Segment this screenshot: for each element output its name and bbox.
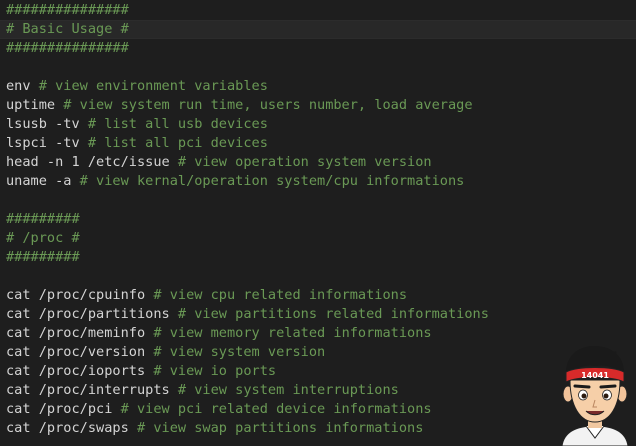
code-text: cat /proc/cpuinfo — [6, 287, 154, 303]
code-line[interactable]: ############### — [0, 39, 636, 58]
code-text: cat /proc/partitions — [6, 306, 178, 322]
code-line[interactable]: lsusb -tv # list all usb devices — [0, 115, 636, 134]
code-line[interactable]: ######### — [0, 248, 636, 267]
code-line[interactable]: lspci -tv # list all pci devices — [0, 134, 636, 153]
code-line[interactable]: uptime # view system run time, users num… — [0, 96, 636, 115]
code-line[interactable]: cat /proc/swaps # view swap partitions i… — [0, 419, 636, 438]
code-lines: ############### # Basic Usage # ##########… — [0, 1, 636, 438]
code-comment: # view partitions related informations — [177, 306, 489, 322]
code-text: lspci -tv — [6, 135, 88, 151]
code-comment: # view cpu related informations — [153, 287, 408, 303]
code-comment: # list all usb devices — [87, 116, 268, 132]
code-text: uname -a — [6, 173, 80, 189]
code-comment: # view system interruptions — [177, 382, 399, 398]
code-comment: # view pci related device informations — [120, 401, 432, 417]
code-line[interactable]: head -n 1 /etc/issue # view operation sy… — [0, 153, 636, 172]
code-comment: # Basic Usage # — [6, 21, 129, 37]
code-line[interactable]: cat /proc/ioports # view io ports — [0, 362, 636, 381]
code-editor[interactable]: ############### # Basic Usage # ##########… — [0, 0, 636, 446]
code-text: uptime — [6, 97, 64, 113]
code-comment: ######### — [6, 249, 80, 265]
headband-text: 14041 — [581, 371, 609, 380]
avatar: 14041 — [561, 346, 629, 446]
code-comment: # view io ports — [153, 363, 277, 379]
code-line[interactable] — [0, 191, 636, 210]
code-comment: # view system run time, users number, lo… — [63, 97, 473, 113]
code-comment: # view kernal/operation system/cpu infor… — [79, 173, 465, 189]
code-line[interactable]: cat /proc/interrupts # view system inter… — [0, 381, 636, 400]
code-line[interactable]: cat /proc/version # view system version — [0, 343, 636, 362]
code-comment: # view system version — [153, 344, 326, 360]
code-comment: # view swap partitions informations — [136, 420, 424, 436]
code-line[interactable]: env # view environment variables — [0, 77, 636, 96]
code-line[interactable]: ######### — [0, 210, 636, 229]
code-line[interactable]: # Basic Usage # — [0, 20, 636, 39]
code-line[interactable]: cat /proc/meminfo # view memory related … — [0, 324, 636, 343]
code-line[interactable]: ############### — [0, 1, 636, 20]
code-comment: # view memory related informations — [153, 325, 432, 341]
code-comment: ############### — [6, 2, 129, 18]
code-line[interactable] — [0, 267, 636, 286]
code-text: cat /proc/pci — [6, 401, 121, 417]
code-line[interactable]: # /proc # — [0, 229, 636, 248]
code-comment: ######### — [6, 211, 80, 227]
code-text: head -n 1 /etc/issue — [6, 154, 178, 170]
code-text: cat /proc/meminfo — [6, 325, 154, 341]
code-text: cat /proc/interrupts — [6, 382, 178, 398]
code-line[interactable]: uname -a # view kernal/operation system/… — [0, 172, 636, 191]
code-comment: # view operation system version — [177, 154, 432, 170]
code-line[interactable]: cat /proc/partitions # view partitions r… — [0, 305, 636, 324]
code-line[interactable]: cat /proc/pci # view pci related device … — [0, 400, 636, 419]
code-text: lsusb -tv — [6, 116, 88, 132]
code-text: cat /proc/swaps — [6, 420, 137, 436]
code-text: cat /proc/version — [6, 344, 154, 360]
code-text: cat /proc/ioports — [6, 363, 154, 379]
code-comment: # view environment variables — [38, 78, 268, 94]
code-text: env — [6, 78, 39, 94]
code-comment: ############### — [6, 40, 129, 56]
code-comment: # list all pci devices — [87, 135, 268, 151]
code-line[interactable]: cat /proc/cpuinfo # view cpu related inf… — [0, 286, 636, 305]
code-line[interactable] — [0, 58, 636, 77]
code-comment: # /proc # — [6, 230, 80, 246]
